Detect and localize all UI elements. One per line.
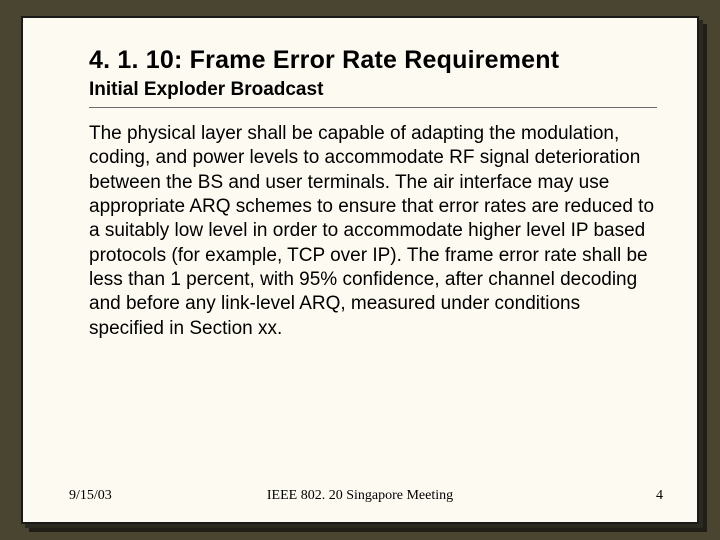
slide-subtitle: Initial Exploder Broadcast: [89, 79, 657, 101]
divider: [89, 107, 657, 108]
footer-center: IEEE 802. 20 Singapore Meeting: [267, 488, 453, 504]
footer: 9/15/03 IEEE 802. 20 Singapore Meeting 4: [69, 476, 657, 504]
slide-title: 4. 1. 10: Frame Error Rate Requirement: [89, 46, 657, 75]
slide-body: The physical layer shall be capable of a…: [89, 122, 657, 476]
slide: 4. 1. 10: Frame Error Rate Requirement I…: [21, 16, 699, 524]
footer-date: 9/15/03: [69, 488, 112, 504]
footer-page: 4: [656, 488, 663, 504]
